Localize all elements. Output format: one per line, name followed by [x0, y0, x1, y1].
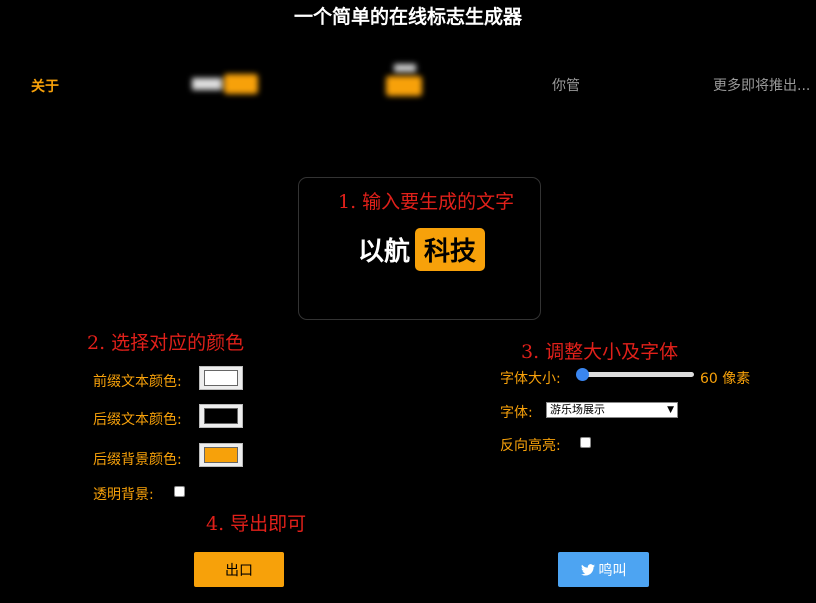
- slider-thumb[interactable]: [576, 368, 589, 381]
- nav-item-about[interactable]: 关于: [31, 76, 59, 96]
- nav-item-more[interactable]: 更多即将推出...: [713, 75, 810, 95]
- suffix-bg-color-picker[interactable]: [199, 443, 243, 467]
- font-label: 字体:: [500, 405, 533, 421]
- slider-track: [578, 372, 694, 377]
- step-2-label: 2. 选择对应的颜色: [87, 332, 245, 354]
- font-size-slider[interactable]: [576, 368, 694, 382]
- nav-item-blurred-logo-1[interactable]: [192, 72, 260, 96]
- logo-prefix-text[interactable]: 以航: [358, 231, 410, 268]
- export-button[interactable]: 出口: [194, 552, 284, 587]
- font-size-value: 60 像素: [700, 371, 751, 387]
- logo-preview[interactable]: 以航 科技: [358, 226, 486, 272]
- prefix-text-color-swatch: [204, 370, 238, 386]
- prefix-text-color-label: 前缀文本颜色:: [93, 374, 182, 390]
- step-3-label: 3. 调整大小及字体: [521, 341, 679, 363]
- font-size-label: 字体大小:: [500, 371, 561, 387]
- tweet-button-label: 鸣叫: [598, 562, 627, 579]
- step-4-label: 4. 导出即可: [206, 513, 307, 535]
- suffix-text-color-picker[interactable]: [199, 404, 243, 428]
- nav-item-you[interactable]: 你管: [552, 75, 580, 95]
- export-button-label: 出口: [225, 562, 253, 579]
- suffix-bg-color-swatch: [204, 447, 238, 463]
- step-1-label: 1. 输入要生成的文字: [338, 191, 515, 213]
- tweet-button[interactable]: 鸣叫: [558, 552, 649, 587]
- reverse-highlight-label: 反向高亮:: [500, 438, 561, 454]
- nav-item-blurred-logo-2[interactable]: [386, 64, 424, 106]
- transparent-bg-checkbox[interactable]: [174, 486, 185, 497]
- font-select[interactable]: 游乐场展示 ▼: [546, 402, 678, 418]
- suffix-text-color-label: 后缀文本颜色:: [93, 412, 182, 428]
- chevron-down-icon: ▼: [667, 405, 674, 415]
- page-title: 一个简单的在线标志生成器: [293, 6, 522, 28]
- suffix-text-color-swatch: [204, 408, 238, 424]
- top-nav: 关于 你管 更多即将推出...: [0, 64, 816, 110]
- prefix-text-color-picker[interactable]: [199, 366, 243, 390]
- logo-suffix-text[interactable]: 科技: [415, 227, 486, 271]
- font-select-value: 游乐场展示: [550, 403, 605, 416]
- transparent-bg-label: 透明背景:: [93, 487, 154, 503]
- suffix-bg-color-label: 后缀背景颜色:: [93, 452, 182, 468]
- reverse-highlight-checkbox[interactable]: [580, 437, 591, 448]
- twitter-bird-icon: [580, 563, 595, 576]
